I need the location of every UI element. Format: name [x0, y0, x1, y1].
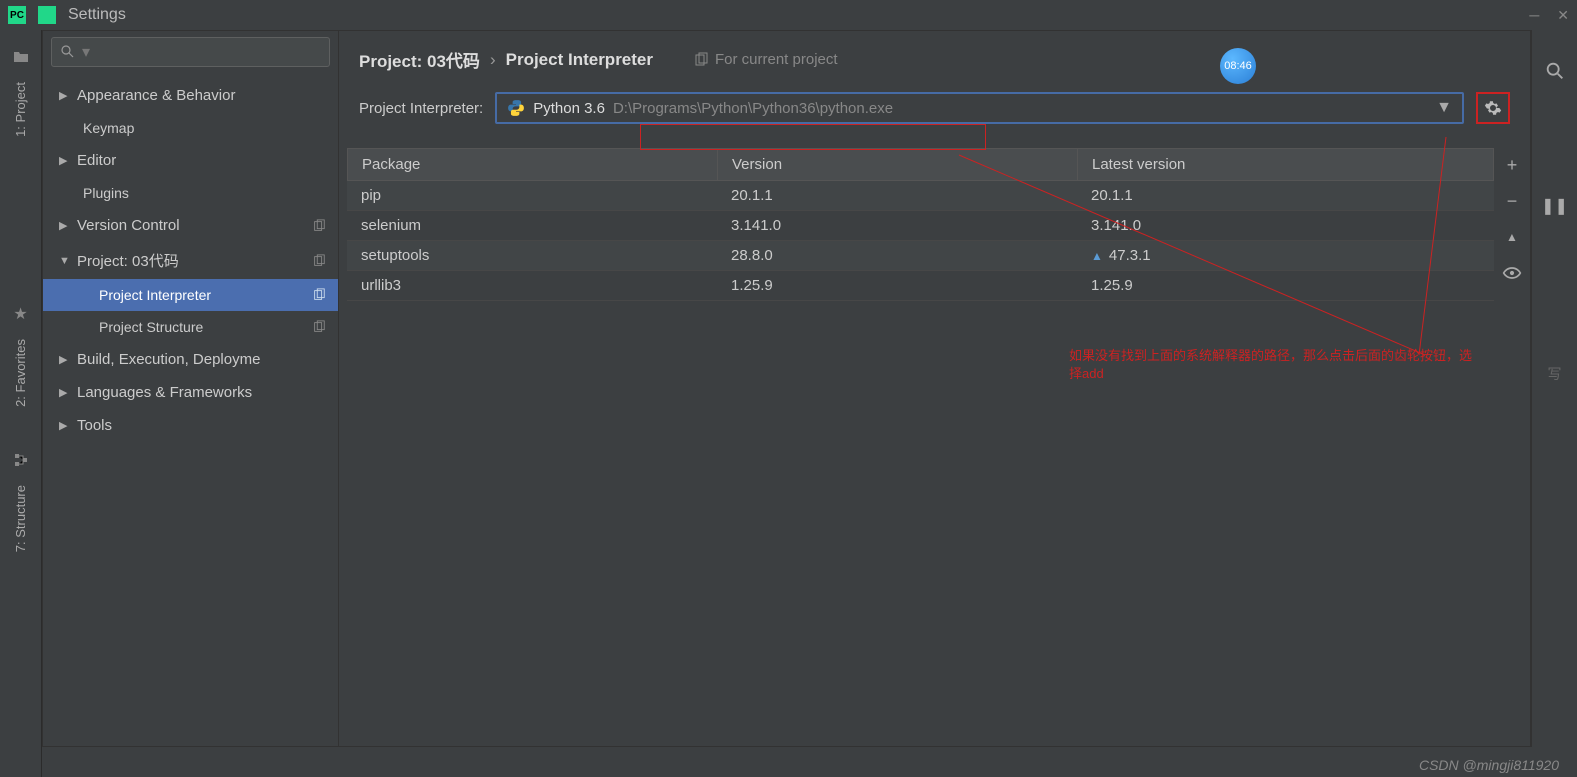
copy-icon — [693, 52, 709, 68]
copy-icon — [312, 288, 326, 302]
pycharm-icon: PC — [8, 6, 26, 24]
package-name: selenium — [347, 217, 717, 234]
package-name: urllib3 — [347, 277, 717, 294]
window-title: Settings — [68, 6, 1529, 24]
package-latest: ▲47.3.1 — [1077, 247, 1494, 264]
nav-tools[interactable]: ▶Tools — [43, 409, 338, 442]
settings-search[interactable]: ▾ — [51, 37, 330, 67]
tool-tab-structure[interactable]: 7: Structure — [9, 477, 32, 560]
package-version: 28.8.0 — [717, 247, 1077, 264]
nav-appearance-behavior[interactable]: ▶Appearance & Behavior — [43, 79, 338, 112]
copy-icon — [312, 254, 326, 268]
package-name: setuptools — [347, 247, 717, 264]
col-package[interactable]: Package — [348, 149, 718, 180]
nav-project-structure[interactable]: Project Structure — [43, 311, 338, 343]
packages-header: Package Version Latest version — [347, 148, 1494, 181]
interpreter-dropdown[interactable]: Python 3.6 D:\Programs\Python\Python36\p… — [495, 92, 1464, 124]
tool-tab-favorites[interactable]: 2: Favorites — [9, 331, 32, 415]
gear-icon — [1484, 99, 1502, 117]
package-row[interactable]: selenium3.141.03.141.0 — [347, 211, 1494, 241]
tool-window-bar-left: 1: Project ★ 2: Favorites 7: Structure — [0, 30, 42, 777]
nav-project[interactable]: ▼Project: 03代码 — [43, 242, 338, 279]
settings-dialog: ▾ ▶Appearance & Behavior Keymap ▶Editor … — [42, 30, 1531, 747]
nav-plugins[interactable]: Plugins — [43, 177, 338, 209]
structure-icon[interactable] — [12, 451, 30, 469]
folder-icon[interactable] — [12, 48, 30, 66]
nav-editor[interactable]: ▶Editor — [43, 144, 338, 177]
clock-badge: 08:46 — [1220, 48, 1256, 84]
copy-icon — [312, 219, 326, 233]
search-icon — [60, 44, 76, 60]
settings-nav-list: ▶Appearance & Behavior Keymap ▶Editor Pl… — [43, 73, 338, 746]
remove-package-button[interactable]: − — [1501, 190, 1523, 212]
annotation-line — [339, 31, 1530, 746]
add-package-button[interactable]: + — [1501, 154, 1523, 176]
packages-panel: Package Version Latest version pip20.1.1… — [347, 148, 1530, 301]
breadcrumb-separator: › — [490, 50, 496, 70]
pycharm-icon — [38, 6, 56, 24]
breadcrumb: Project: 03代码 › Project Interpreter For … — [339, 31, 1530, 82]
interpreter-name: Python 3.6 — [533, 100, 605, 117]
eye-icon — [1502, 263, 1522, 283]
watermark: CSDN @mingji811920 — [1419, 757, 1559, 773]
package-latest: 3.141.0 — [1077, 217, 1494, 234]
nav-version-control[interactable]: ▶Version Control — [43, 209, 338, 242]
for-current-project-label: For current project — [693, 51, 838, 68]
interpreter-path: D:\Programs\Python\Python36\python.exe — [613, 100, 1428, 117]
package-row[interactable]: urllib31.25.91.25.9 — [347, 271, 1494, 301]
settings-content: Project: 03代码 › Project Interpreter For … — [339, 31, 1530, 746]
upgrade-package-button[interactable]: ▲ — [1501, 226, 1523, 248]
package-row[interactable]: setuptools28.8.0▲47.3.1 — [347, 241, 1494, 271]
interpreter-settings-button[interactable] — [1476, 92, 1510, 124]
nav-keymap[interactable]: Keymap — [43, 112, 338, 144]
package-version: 1.25.9 — [717, 277, 1077, 294]
col-version[interactable]: Version — [718, 149, 1078, 180]
pause-icon[interactable]: ❚❚ — [1541, 196, 1568, 216]
chevron-down-icon: ▼ — [1436, 99, 1452, 117]
breadcrumb-main: Project: 03代码 — [359, 47, 480, 72]
copy-icon — [312, 320, 326, 334]
python-icon — [507, 99, 525, 117]
nav-build-execution[interactable]: ▶Build, Execution, Deployme — [43, 343, 338, 376]
title-bar: PC Settings ─ ✕ — [0, 0, 1577, 30]
minimize-icon[interactable]: ─ — [1529, 7, 1539, 24]
package-name: pip — [347, 187, 717, 204]
package-actions: + − ▲ — [1494, 148, 1530, 301]
tool-window-bar-right: ❚❚ 写 — [1531, 30, 1577, 747]
package-version: 3.141.0 — [717, 217, 1077, 234]
packages-table: Package Version Latest version pip20.1.1… — [347, 148, 1494, 301]
tool-tab-project[interactable]: 1: Project — [9, 74, 32, 145]
package-row[interactable]: pip20.1.120.1.1 — [347, 181, 1494, 211]
package-latest: 20.1.1 — [1077, 187, 1494, 204]
settings-nav: ▾ ▶Appearance & Behavior Keymap ▶Editor … — [43, 31, 339, 746]
annotation-text: 如果没有找到上面的系统解释器的路径，那么点击后面的齿轮按钮，选择add — [1069, 347, 1479, 383]
interpreter-row: Project Interpreter: Python 3.6 D:\Progr… — [339, 82, 1530, 134]
col-latest[interactable]: Latest version — [1078, 149, 1493, 180]
upgrade-available-icon: ▲ — [1091, 249, 1103, 263]
package-version: 20.1.1 — [717, 187, 1077, 204]
interpreter-label: Project Interpreter: — [359, 100, 483, 117]
breadcrumb-sub: Project Interpreter — [506, 50, 653, 70]
star-icon[interactable]: ★ — [12, 305, 30, 323]
show-package-button[interactable] — [1501, 262, 1523, 284]
nav-languages-frameworks[interactable]: ▶Languages & Frameworks — [43, 376, 338, 409]
edit-icon[interactable]: 写 — [1548, 364, 1562, 384]
search-icon[interactable] — [1544, 60, 1566, 88]
nav-project-interpreter[interactable]: Project Interpreter — [43, 279, 338, 311]
close-icon[interactable]: ✕ — [1557, 7, 1569, 24]
package-latest: 1.25.9 — [1077, 277, 1494, 294]
